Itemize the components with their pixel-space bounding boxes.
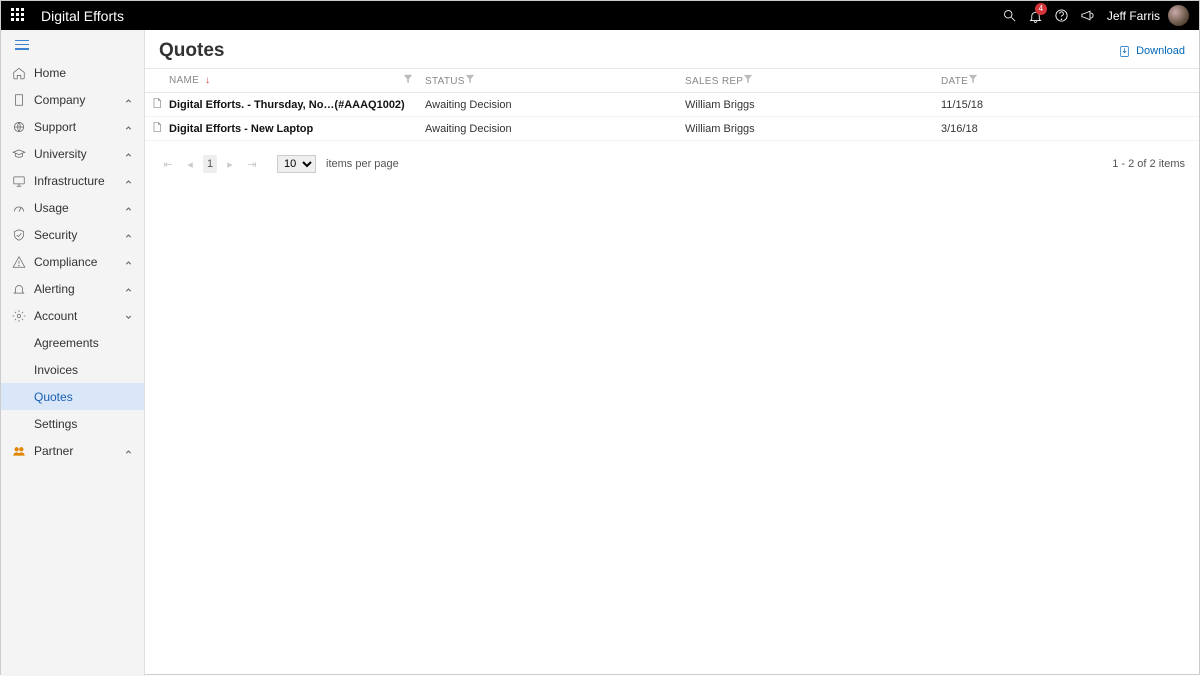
chevron-up-icon: [124, 149, 134, 159]
cell-rep: William Briggs: [685, 99, 941, 111]
gauge-icon: [11, 200, 26, 215]
col-rep[interactable]: SALES REP: [685, 76, 743, 87]
cell-name: Digital Efforts. - Thursday, No…(#AAAQ10…: [169, 99, 425, 111]
pager-page-number[interactable]: 1: [203, 155, 217, 173]
col-date[interactable]: DATE: [941, 76, 968, 87]
sidebar-item-label: Home: [34, 66, 134, 80]
gear-icon: [11, 308, 26, 323]
avatar[interactable]: [1168, 5, 1189, 26]
app-launcher-icon[interactable]: [11, 8, 27, 24]
download-icon: [1118, 45, 1131, 58]
pager-last-button[interactable]: ⇥: [243, 155, 261, 173]
pager-summary: 1 - 2 of 2 items: [1112, 158, 1185, 170]
cell-status: Awaiting Decision: [425, 99, 685, 111]
document-icon: [151, 121, 163, 136]
pager-size-select[interactable]: 10: [277, 155, 316, 173]
sidebar-item-label: Account: [34, 309, 124, 323]
sidebar-item-home[interactable]: Home: [1, 59, 144, 86]
filter-icon[interactable]: [403, 74, 413, 87]
chevron-up-icon: [124, 284, 134, 294]
cell-date: 3/16/18: [941, 123, 1199, 135]
pager-items-label: items per page: [326, 158, 399, 170]
sidebar-item-support[interactable]: Support: [1, 113, 144, 140]
chevron-down-icon: [124, 311, 134, 321]
search-icon[interactable]: [997, 1, 1023, 30]
home-icon: [11, 65, 26, 80]
sidebar-item-partner[interactable]: Partner: [1, 437, 144, 464]
menu-toggle-icon[interactable]: [15, 40, 29, 50]
cell-name: Digital Efforts - New Laptop: [169, 123, 425, 135]
chevron-up-icon: [124, 176, 134, 186]
sidebar-item-label: Partner: [34, 444, 124, 458]
filter-icon[interactable]: [465, 76, 475, 87]
building-icon: [11, 92, 26, 107]
table-row[interactable]: Digital Efforts. - Thursday, No…(#AAAQ10…: [145, 93, 1199, 117]
bell-outline-icon: [11, 281, 26, 296]
sidebar-item-label: Company: [34, 93, 124, 107]
user-name[interactable]: Jeff Farris: [1107, 9, 1160, 23]
col-status[interactable]: STATUS: [425, 76, 465, 87]
col-name[interactable]: NAME: [169, 75, 199, 86]
sidebar-item-label: Compliance: [34, 255, 124, 269]
sidebar-item-label: Usage: [34, 201, 124, 215]
sidebar-item-label: University: [34, 147, 124, 161]
sidebar-item-usage[interactable]: Usage: [1, 194, 144, 221]
monitor-icon: [11, 173, 26, 188]
bell-icon[interactable]: 4: [1023, 1, 1049, 30]
download-label: Download: [1136, 45, 1185, 57]
sidebar-sub-invoices[interactable]: Invoices: [1, 356, 144, 383]
sidebar-item-label: Infrastructure: [34, 174, 124, 188]
sidebar-item-label: Security: [34, 228, 124, 242]
sidebar-item-company[interactable]: Company: [1, 86, 144, 113]
shield-icon: [11, 227, 26, 242]
notification-badge: 4: [1035, 3, 1047, 15]
sidebar-sub-agreements[interactable]: Agreements: [1, 329, 144, 356]
cell-date: 11/15/18: [941, 99, 1199, 111]
download-button[interactable]: Download: [1118, 45, 1185, 58]
chevron-up-icon: [124, 203, 134, 213]
megaphone-icon[interactable]: [1075, 1, 1101, 30]
sidebar-item-infrastructure[interactable]: Infrastructure: [1, 167, 144, 194]
pager-first-button[interactable]: ⇤: [159, 155, 177, 173]
warning-icon: [11, 254, 26, 269]
sidebar-item-label: Support: [34, 120, 124, 134]
graduation-icon: [11, 146, 26, 161]
globe-icon: [11, 119, 26, 134]
help-icon[interactable]: [1049, 1, 1075, 30]
sidebar-sub-settings[interactable]: Settings: [1, 410, 144, 437]
sort-desc-icon: ↓: [205, 75, 210, 86]
pager: ⇤ ◂ 1 ▸ ⇥ 10 items per page 1 - 2 of 2 i…: [145, 141, 1199, 187]
chevron-up-icon: [124, 122, 134, 132]
table-row[interactable]: Digital Efforts - New Laptop Awaiting De…: [145, 117, 1199, 141]
chevron-up-icon: [124, 230, 134, 240]
filter-icon[interactable]: [743, 76, 753, 87]
cell-status: Awaiting Decision: [425, 123, 685, 135]
cell-rep: William Briggs: [685, 123, 941, 135]
page-title: Quotes: [159, 40, 224, 62]
sidebar-sub-quotes[interactable]: Quotes: [1, 383, 144, 410]
chevron-up-icon: [124, 95, 134, 105]
sidebar-item-compliance[interactable]: Compliance: [1, 248, 144, 275]
document-icon: [151, 97, 163, 112]
partner-icon: [11, 443, 26, 458]
sidebar-item-university[interactable]: University: [1, 140, 144, 167]
chevron-up-icon: [124, 257, 134, 267]
sidebar-item-security[interactable]: Security: [1, 221, 144, 248]
chevron-up-icon: [124, 446, 134, 456]
pager-prev-button[interactable]: ◂: [181, 155, 199, 173]
sidebar-item-account[interactable]: Account: [1, 302, 144, 329]
filter-icon[interactable]: [968, 76, 978, 87]
app-title: Digital Efforts: [41, 8, 124, 24]
quotes-table: NAME ↓ STATUS SALES REP DATE Digital Effo…: [145, 68, 1199, 141]
sidebar: Home Company Support University Infrastr…: [1, 30, 145, 676]
pager-next-button[interactable]: ▸: [221, 155, 239, 173]
sidebar-item-label: Alerting: [34, 282, 124, 296]
sidebar-item-alerting[interactable]: Alerting: [1, 275, 144, 302]
